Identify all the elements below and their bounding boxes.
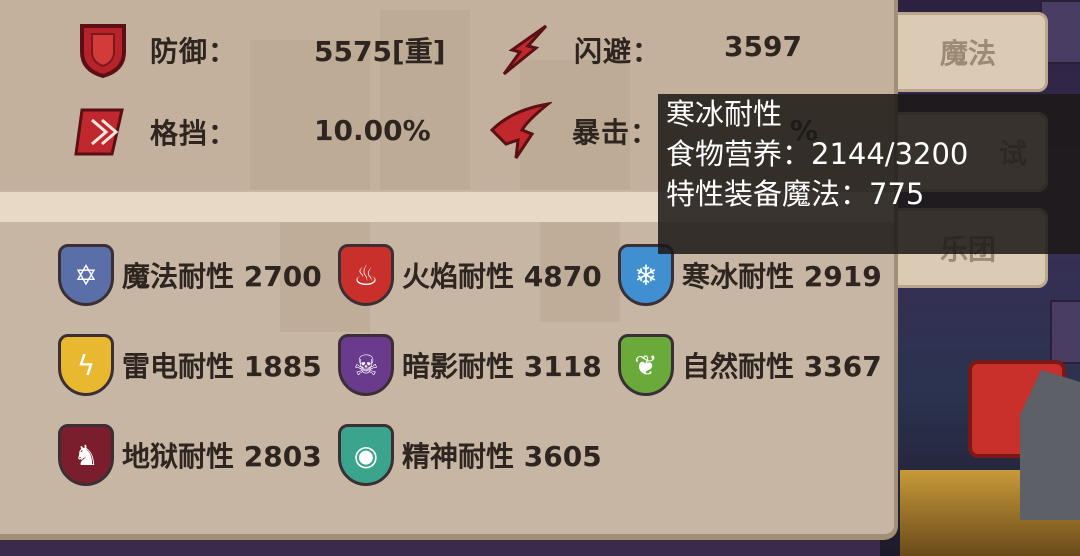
skull-icon: ☠ [338,334,394,396]
resistance-lightning: ϟ 雷电耐性 1885 [58,334,322,396]
stat-dodge: 闪避： [498,22,661,78]
resistance-hell: ♞ 地狱耐性 2803 [58,424,322,486]
dodge-label: 闪避： [574,35,662,68]
red-shield-icon [80,24,126,78]
crit-label: 暴击： [572,116,660,149]
stat-block: 格挡： [72,104,237,160]
leaf-flame-icon: ❦ [618,334,674,396]
eye-icon: ◉ [338,424,394,486]
stat-defense: 防御： [78,22,237,78]
resistance-nature-label: 自然耐性 3367 [682,350,882,383]
resistance-spirit: ◉ 精神耐性 3605 [338,424,602,486]
tooltip-trait-equipment-magic: 特性装备魔法：775 [666,177,925,211]
resistance-fire-label: 火焰耐性 4870 [402,260,602,293]
resistance-nature: ❦ 自然耐性 3367 [618,334,882,396]
resistance-magic-label: 魔法耐性 2700 [122,260,322,293]
resistance-shadow: ☠ 暗影耐性 3118 [338,334,602,396]
red-dash-icon [502,24,548,76]
defense-label: 防御： [150,35,238,68]
tooltip-food-nutrition: 食物营养：2144/3200 [666,137,969,171]
red-block-icon [74,108,124,156]
tab-magic-label: 魔法 [939,37,996,70]
flame-icon: ♨ [338,244,394,306]
lightning-icon: ϟ [58,334,114,396]
block-value: 10.00% [314,114,431,147]
hexagram-icon: ✡ [58,244,114,306]
resistance-shadow-label: 暗影耐性 3118 [402,350,602,383]
stat-crit: 暴击： [488,100,659,162]
resistance-lightning-label: 雷电耐性 1885 [122,350,322,383]
resistance-tooltip: 寒冰耐性 食物营养：2144/3200 特性装备魔法：775 [658,94,1080,254]
resistance-magic: ✡ 魔法耐性 2700 [58,244,322,306]
tooltip-title: 寒冰耐性 [666,97,783,131]
resistance-hell-label: 地狱耐性 2803 [122,440,322,473]
tab-magic[interactable]: 魔法 [888,12,1048,92]
stats-panel: 防御： 5575[重] 闪避： 3597 格挡： 10.00% 暴击： % ✡ … [0,0,898,540]
hell-beast-icon: ♞ [58,424,114,486]
dodge-value: 3597 [724,30,802,63]
block-label: 格挡： [150,117,238,150]
defense-value: 5575[重] [314,35,446,68]
resistance-fire: ♨ 火焰耐性 4870 [338,244,602,306]
resistance-spirit-label: 精神耐性 3605 [402,440,602,473]
resistance-ice-label: 寒冰耐性 2919 [682,260,882,293]
red-claw-icon [489,101,552,159]
background-tile [1050,300,1080,364]
